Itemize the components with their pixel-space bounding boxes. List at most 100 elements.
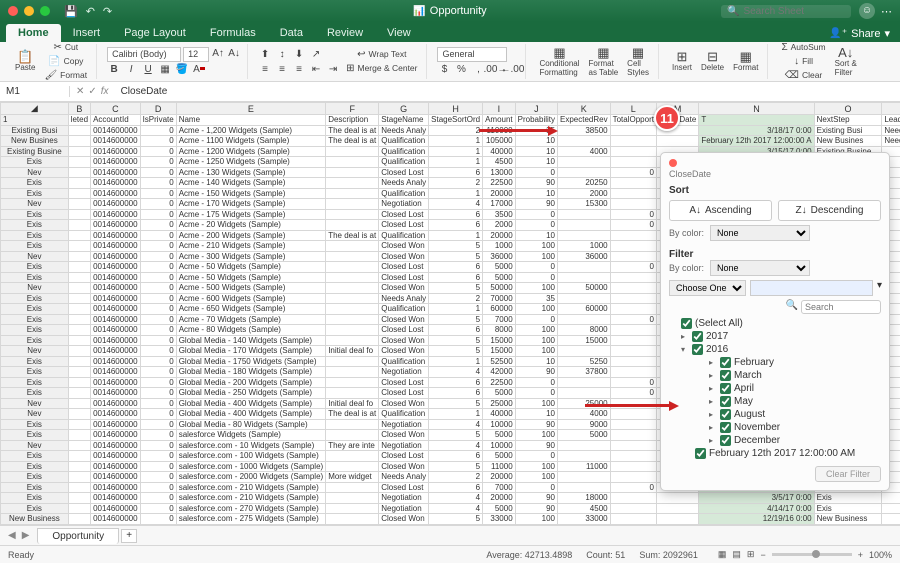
cell[interactable]: Needs Analy: [379, 178, 429, 189]
row-header[interactable]: Nev: [1, 398, 69, 409]
cell[interactable]: Negotiation: [379, 199, 429, 210]
cell[interactable]: [68, 293, 90, 304]
cell[interactable]: 0: [140, 136, 176, 147]
cell[interactable]: 90: [515, 503, 557, 514]
cell[interactable]: The deal is at: [326, 230, 379, 241]
paste-button[interactable]: 📋Paste: [12, 49, 38, 74]
cell[interactable]: 0: [140, 209, 176, 220]
cell[interactable]: Qualification: [379, 409, 429, 420]
cell[interactable]: Closed Lost: [379, 451, 429, 462]
cell[interactable]: [558, 136, 611, 147]
cell[interactable]: 100: [515, 514, 557, 525]
cell[interactable]: [610, 367, 656, 378]
cell[interactable]: [558, 167, 611, 178]
cell[interactable]: 100: [515, 251, 557, 262]
cell[interactable]: 0: [140, 241, 176, 252]
cell[interactable]: Acme - 50 Widgets (Sample): [176, 272, 326, 283]
cell[interactable]: 0: [515, 388, 557, 399]
cell[interactable]: 6: [429, 209, 483, 220]
cell[interactable]: [326, 493, 379, 504]
cell[interactable]: 0014600000: [91, 178, 141, 189]
caret-icon[interactable]: ▸: [709, 397, 717, 406]
cell[interactable]: 15000: [483, 346, 516, 357]
cell[interactable]: StageName: [379, 115, 429, 126]
cell[interactable]: Acme - 170 Widgets (Sample): [176, 199, 326, 210]
cell[interactable]: Global Media - 80 Widgets (Sample): [176, 419, 326, 430]
cell[interactable]: Negotiation: [379, 440, 429, 451]
align-right-button[interactable]: ≡: [292, 62, 306, 76]
cell[interactable]: Qualification: [379, 136, 429, 147]
cell[interactable]: Acme - 140 Widgets (Sample): [176, 178, 326, 189]
cell[interactable]: New Business: [814, 514, 882, 525]
filter-item-2016[interactable]: ▾2016: [681, 343, 881, 356]
row-header[interactable]: Exis: [1, 377, 69, 388]
align-middle-button[interactable]: ↕: [275, 47, 289, 61]
cell[interactable]: 0014600000: [91, 440, 141, 451]
cell[interactable]: [326, 251, 379, 262]
cell[interactable]: [610, 325, 656, 336]
decrease-font-button[interactable]: A↓: [227, 47, 241, 61]
row-header[interactable]: Exis: [1, 419, 69, 430]
cell[interactable]: [68, 272, 90, 283]
cell[interactable]: [610, 514, 656, 525]
cell[interactable]: 20000: [483, 188, 516, 199]
column-header-D[interactable]: E: [176, 103, 326, 115]
filter-panel-close-icon[interactable]: [669, 159, 677, 167]
align-top-button[interactable]: ⬆: [258, 47, 272, 61]
close-window-icon[interactable]: [8, 6, 18, 16]
cell[interactable]: Amount: [483, 115, 516, 126]
delete-cells-button[interactable]: ⊟Delete: [698, 49, 727, 74]
cell[interactable]: [326, 262, 379, 273]
cell[interactable]: 37800: [558, 367, 611, 378]
cell[interactable]: salesforce.com - 30 Widgets (Sample): [176, 524, 326, 525]
cell[interactable]: 0: [140, 304, 176, 315]
cell[interactable]: [558, 272, 611, 283]
cell[interactable]: 10: [515, 409, 557, 420]
cell[interactable]: 0014600000: [91, 398, 141, 409]
cell[interactable]: 6: [429, 220, 483, 231]
cell[interactable]: 36000: [483, 251, 516, 262]
zoom-window-icon[interactable]: [40, 6, 50, 16]
undo-icon[interactable]: ↶: [86, 5, 95, 18]
cell[interactable]: [610, 419, 656, 430]
cell[interactable]: 0014600000: [91, 409, 141, 420]
row-header[interactable]: Nev: [1, 283, 69, 294]
cell[interactable]: Acme - 20 Widgets (Sample): [176, 220, 326, 231]
row-header[interactable]: Nev: [1, 440, 69, 451]
cell[interactable]: Existing Busi: [814, 125, 882, 136]
zoom-slider[interactable]: [772, 553, 852, 556]
column-header-N[interactable]: O: [814, 103, 882, 115]
cell[interactable]: [68, 251, 90, 262]
cell[interactable]: 1: [429, 356, 483, 367]
cell[interactable]: [326, 157, 379, 168]
cell[interactable]: Probability: [515, 115, 557, 126]
cell[interactable]: 0014600000: [91, 136, 141, 147]
cell[interactable]: [882, 514, 900, 525]
filter-condition-select[interactable]: Choose One: [669, 280, 746, 296]
font-color-button[interactable]: A: [192, 63, 206, 77]
cell[interactable]: Acme - 1,200 Widgets (Sample): [176, 125, 326, 136]
cell[interactable]: 1: [429, 136, 483, 147]
cell[interactable]: [610, 472, 656, 483]
cell[interactable]: Closed Won: [379, 514, 429, 525]
cell[interactable]: [326, 419, 379, 430]
cell[interactable]: salesforce.com - 210 Widgets (Sample): [176, 493, 326, 504]
cell[interactable]: Acme - 1250 Widgets (Sample): [176, 157, 326, 168]
cell[interactable]: [326, 314, 379, 325]
cell[interactable]: 0: [140, 451, 176, 462]
cell[interactable]: [68, 146, 90, 157]
cell[interactable]: [68, 482, 90, 493]
cell[interactable]: 90: [515, 493, 557, 504]
format-as-table-button[interactable]: ▦Format as Table: [586, 45, 622, 79]
cell[interactable]: 50000: [558, 283, 611, 294]
column-header-O[interactable]: P: [882, 103, 900, 115]
cell[interactable]: 2: [429, 125, 483, 136]
cell[interactable]: 0014600000: [91, 209, 141, 220]
cell[interactable]: 42000: [483, 367, 516, 378]
cell[interactable]: 10: [515, 356, 557, 367]
sheet-nav-next-icon[interactable]: ▶: [22, 530, 30, 541]
cell[interactable]: 52500: [483, 356, 516, 367]
cell[interactable]: [68, 304, 90, 315]
cell[interactable]: 4/14/17 0:00: [699, 503, 814, 514]
cell[interactable]: [68, 461, 90, 472]
